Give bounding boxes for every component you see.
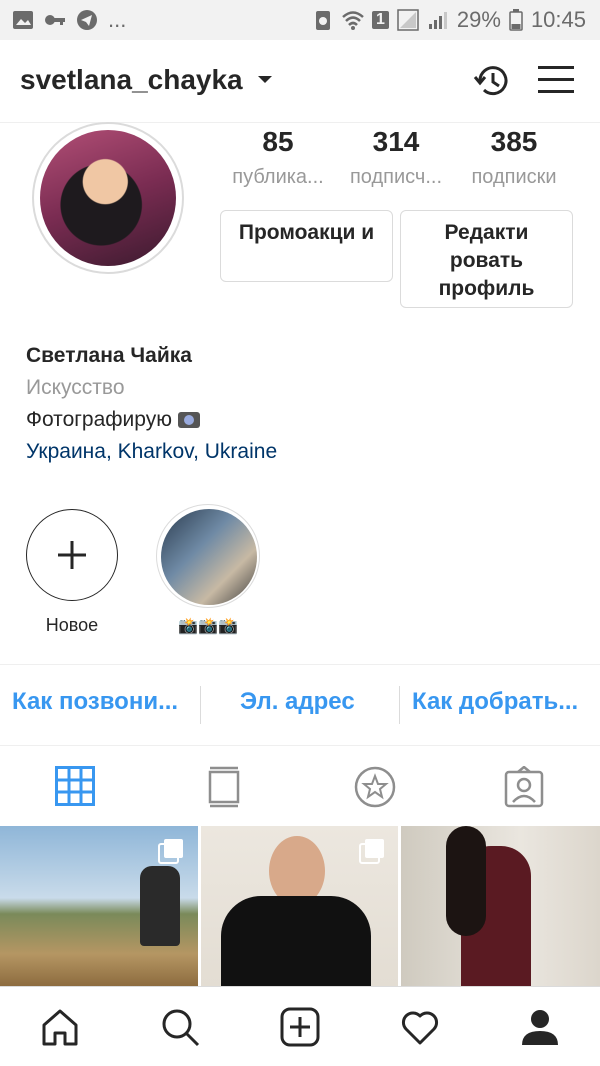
photo-figure bbox=[221, 896, 371, 986]
highlight-photos-label: 📸📸📸 bbox=[178, 618, 238, 635]
wifi-icon bbox=[342, 11, 364, 30]
stat-following-count: 385 bbox=[490, 126, 538, 157]
post-thumbnail[interactable] bbox=[401, 826, 600, 986]
profile-header: svetlana_chayka bbox=[0, 40, 600, 123]
location-link[interactable]: Украина, Kharkov, Ukraine bbox=[26, 436, 277, 468]
photo-hair bbox=[446, 826, 486, 936]
edit-profile-button-label: Редакти ровать профиль bbox=[438, 221, 535, 300]
signal-bars-icon bbox=[428, 12, 447, 29]
status-bar-right: 1 29% 10:45 bbox=[312, 7, 586, 33]
profile-icon[interactable] bbox=[520, 1007, 560, 1047]
full-name: Светлана Чайка bbox=[26, 344, 192, 367]
highlight-photos[interactable]: 📸📸📸 bbox=[156, 504, 260, 636]
divider-top bbox=[0, 664, 600, 665]
status-bar: ... 1 29% 10:45 bbox=[0, 0, 600, 40]
stat-following-label: подписки bbox=[471, 166, 557, 188]
stat-followers[interactable]: 314 подписч... bbox=[337, 126, 455, 189]
notification-count-badge: 1 bbox=[371, 11, 389, 29]
multiple-photos-icon bbox=[359, 839, 384, 864]
divider-bottom bbox=[0, 745, 600, 746]
post-thumbnail[interactable] bbox=[201, 826, 398, 986]
stat-posts-count: 85 bbox=[262, 126, 294, 157]
signal-icon bbox=[397, 9, 419, 31]
menu-icon[interactable] bbox=[538, 64, 574, 96]
grid-view-icon[interactable] bbox=[55, 766, 95, 806]
chevron-down-icon[interactable] bbox=[258, 76, 272, 83]
saved-star-icon[interactable] bbox=[354, 766, 396, 808]
post-thumbnail[interactable] bbox=[0, 826, 198, 986]
edit-profile-button[interactable]: Редакти ровать профиль bbox=[400, 210, 573, 308]
camera-icon bbox=[177, 412, 200, 429]
new-highlight-circle bbox=[26, 509, 118, 601]
profile-tabs bbox=[0, 758, 600, 824]
gallery-icon bbox=[13, 11, 33, 29]
contact-separator bbox=[399, 686, 400, 724]
avatar-photo bbox=[40, 130, 176, 266]
key-icon bbox=[45, 15, 65, 25]
archive-history-icon[interactable] bbox=[472, 60, 514, 102]
stat-following[interactable]: 385 подписки bbox=[455, 126, 573, 189]
clock: 10:45 bbox=[530, 7, 586, 32]
stat-posts[interactable]: 85 публика... bbox=[219, 126, 337, 189]
highlight-ring bbox=[156, 504, 260, 608]
stat-followers-count: 314 bbox=[372, 126, 420, 157]
directions-button[interactable]: Как добрать... bbox=[412, 688, 578, 716]
battery-percent: 29% bbox=[456, 7, 501, 32]
highlight-new[interactable]: Новое bbox=[24, 509, 120, 636]
recycle-icon bbox=[315, 11, 330, 30]
plus-icon bbox=[58, 541, 86, 569]
photo-figure bbox=[140, 866, 180, 946]
multiple-photos-icon bbox=[158, 839, 183, 864]
telegram-icon bbox=[77, 10, 97, 30]
promotions-button[interactable]: Промоакци и bbox=[220, 210, 393, 282]
promotions-button-label: Промоакци и bbox=[238, 221, 375, 244]
battery-icon bbox=[509, 9, 523, 31]
feed-view-icon[interactable] bbox=[206, 766, 242, 808]
profile-bio: Светлана Чайка Искусство Фотографирую Ук… bbox=[26, 340, 277, 468]
category: Искусство bbox=[26, 376, 125, 399]
tagged-photos-icon[interactable] bbox=[504, 766, 544, 808]
more-notifications-indicator: ... bbox=[108, 7, 127, 32]
profile-avatar[interactable] bbox=[32, 122, 184, 274]
heart-icon[interactable] bbox=[400, 1007, 440, 1047]
highlight-new-label: Новое bbox=[45, 615, 99, 635]
contact-separator bbox=[200, 686, 201, 724]
bio-text: Фотографирую bbox=[26, 408, 172, 431]
username-switcher[interactable]: svetlana_chayka bbox=[20, 64, 243, 96]
add-post-icon[interactable] bbox=[280, 1007, 320, 1047]
email-button[interactable]: Эл. адрес bbox=[240, 688, 355, 716]
home-icon[interactable] bbox=[40, 1007, 80, 1047]
stat-posts-label: публика... bbox=[232, 166, 324, 188]
bottom-navigation bbox=[0, 986, 600, 1066]
highlight-cover-photo bbox=[161, 509, 257, 605]
bio-line: Фотографирую bbox=[26, 404, 277, 436]
search-icon[interactable] bbox=[160, 1007, 200, 1047]
status-bar-left: ... bbox=[12, 7, 126, 33]
stat-followers-label: подписч... bbox=[349, 166, 443, 188]
call-button[interactable]: Как позвони... bbox=[12, 688, 178, 716]
